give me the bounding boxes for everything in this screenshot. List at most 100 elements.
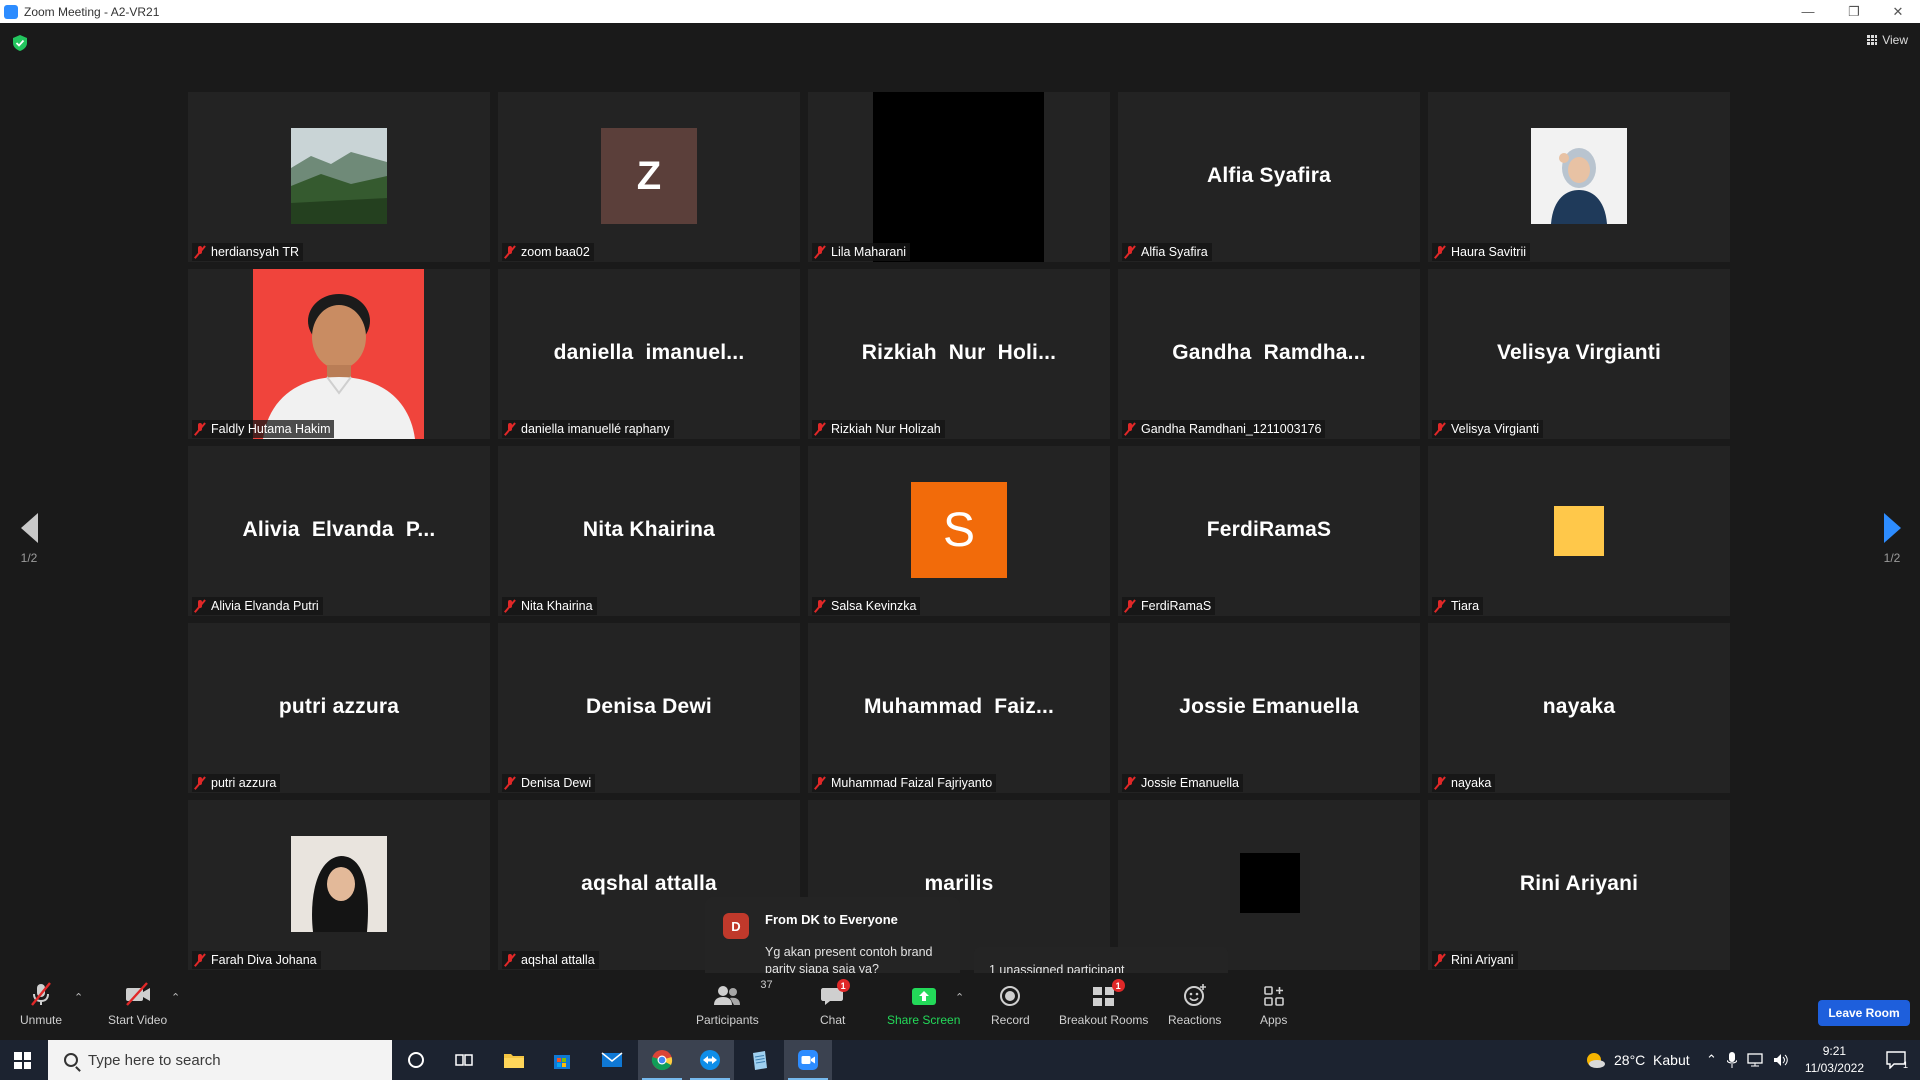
participant-name: Faldly Hutama Hakim — [211, 422, 331, 436]
chat-unread-badge: 1 — [836, 979, 850, 992]
unmute-button[interactable]: Unmute — [20, 979, 62, 1027]
network-icon[interactable] — [1747, 1053, 1763, 1067]
participant-tile[interactable] — [1118, 800, 1420, 970]
audio-options-chevron-icon[interactable]: ⌃ — [74, 991, 83, 1004]
reactions-emoji-icon — [1183, 984, 1206, 1006]
share-options-chevron-icon[interactable]: ⌃ — [955, 991, 964, 1004]
notification-count: 1 — [1902, 1060, 1908, 1070]
participant-tile[interactable]: FerdiRamaS FerdiRamaS — [1118, 446, 1420, 616]
chat-button[interactable]: 1 Chat — [820, 979, 850, 1027]
notepad-icon[interactable] — [736, 1040, 784, 1080]
participant-name-label: daniella imanuellé raphany — [502, 420, 674, 438]
weather-widget[interactable]: 28°C Kabut — [1584, 1040, 1690, 1080]
previous-page-button[interactable]: 1/2 — [11, 513, 47, 565]
video-off-icon — [125, 982, 150, 1006]
profile-photo-person — [1531, 128, 1627, 224]
microphone-muted-icon — [31, 982, 51, 1006]
breakout-badge: 1 — [1111, 979, 1125, 992]
share-screen-label: Share Screen — [887, 1013, 961, 1027]
participant-tile[interactable]: putri azzura putri azzura — [188, 623, 490, 793]
window-titlebar: Zoom Meeting - A2-VR21 — ❐ ✕ — [0, 0, 1920, 23]
teamviewer-icon[interactable] — [686, 1040, 734, 1080]
taskbar-search-box[interactable]: Type here to search — [48, 1040, 392, 1080]
microphone-tray-icon[interactable] — [1726, 1052, 1737, 1068]
windows-start-icon[interactable] — [14, 1052, 31, 1069]
apps-button[interactable]: Apps — [1260, 979, 1287, 1027]
participant-display-name: Velisya Virgianti — [1496, 341, 1662, 364]
participant-name-label: FerdiRamaS — [1122, 597, 1216, 615]
cortana-icon[interactable] — [392, 1040, 440, 1080]
restore-button[interactable]: ❐ — [1834, 0, 1874, 23]
participant-tile[interactable]: nayaka nayaka — [1428, 623, 1730, 793]
participant-name: Muhammad Faizal Fajriyanto — [831, 776, 993, 790]
zoom-taskbar-icon[interactable] — [784, 1040, 832, 1080]
participants-icon — [714, 986, 741, 1005]
participant-name: Rizkiah Nur Holizah — [831, 422, 941, 436]
profile-photo-person — [253, 269, 424, 439]
apps-label: Apps — [1260, 1013, 1288, 1027]
video-options-chevron-icon[interactable]: ⌃ — [171, 991, 180, 1004]
taskbar-clock[interactable]: 9:21 11/03/2022 — [1805, 1043, 1864, 1077]
breakout-rooms-button[interactable]: 1 Breakout Rooms — [1059, 979, 1148, 1027]
participant-tile[interactable]: S Salsa Kevinzka — [808, 446, 1110, 616]
participant-name-label: putri azzura — [192, 774, 281, 792]
participant-name-label: herdiansyah TR — [192, 243, 304, 261]
participant-tile[interactable]: Lila Maharani — [808, 92, 1110, 262]
reactions-label: Reactions — [1168, 1013, 1222, 1027]
participant-display-name: aqshal attalla — [581, 872, 717, 895]
participant-tile[interactable]: Alfia Syafira Alfia Syafira — [1118, 92, 1420, 262]
participant-tile[interactable]: Jossie Emanuella Jossie Emanuella — [1118, 623, 1420, 793]
file-explorer-icon[interactable] — [490, 1040, 538, 1080]
participant-name-label: Rizkiah Nur Holizah — [812, 420, 945, 438]
microsoft-store-icon[interactable] — [538, 1040, 586, 1080]
participant-name: Velisya Virgianti — [1451, 422, 1540, 436]
share-screen-button[interactable]: Share Screen — [887, 979, 960, 1027]
participants-count: 37 — [760, 979, 773, 991]
participant-tile[interactable]: daniella imanuel... daniella imanuellé r… — [498, 269, 800, 439]
participant-tile[interactable]: Muhammad Faiz... Muhammad Faizal Fajriya… — [808, 623, 1110, 793]
volume-icon[interactable] — [1773, 1053, 1789, 1067]
participant-tile[interactable]: Gandha Ramdha... Gandha Ramdhani_1211003… — [1118, 269, 1420, 439]
task-view-icon[interactable] — [440, 1040, 488, 1080]
windows-taskbar: Type here to search 28°C Kabut ⌃ 9:21 11… — [0, 1040, 1920, 1080]
participant-display-name: FerdiRamaS — [1206, 518, 1332, 541]
participant-tile[interactable]: Denisa Dewi Denisa Dewi — [498, 623, 800, 793]
participant-tile[interactable]: Velisya Virgianti Velisya Virgianti — [1428, 269, 1730, 439]
chrome-icon[interactable] — [638, 1040, 686, 1080]
participant-tile[interactable]: Z zoom baa02 — [498, 92, 800, 262]
participant-name-label: Denisa Dewi — [502, 774, 596, 792]
search-icon — [64, 1053, 78, 1067]
gallery-grid: herdiansyah TR Z zoom baa02 Lila Maharan… — [188, 92, 1732, 970]
tray-overflow-chevron-icon[interactable]: ⌃ — [1706, 1052, 1717, 1068]
participant-tile[interactable]: Haura Savitrii — [1428, 92, 1730, 262]
view-button[interactable]: View — [1867, 33, 1908, 47]
leave-room-button[interactable]: Leave Room — [1818, 1000, 1910, 1026]
start-video-button[interactable]: Start Video — [108, 979, 167, 1027]
participant-tile[interactable]: Alivia Elvanda P... Alivia Elvanda Putri — [188, 446, 490, 616]
apps-icon — [1263, 986, 1284, 1006]
participant-tile[interactable]: herdiansyah TR — [188, 92, 490, 262]
record-button[interactable]: Record — [991, 979, 1030, 1027]
breakout-rooms-label: Breakout Rooms — [1059, 1013, 1149, 1027]
participant-name-label: Tiara — [1432, 597, 1484, 615]
minimize-button[interactable]: — — [1788, 0, 1828, 23]
mic-muted-icon — [1434, 776, 1446, 790]
participants-button[interactable]: 37 Participants — [696, 979, 773, 1027]
participant-tile[interactable]: Tiara — [1428, 446, 1730, 616]
reactions-button[interactable]: Reactions — [1168, 979, 1221, 1027]
next-page-button[interactable]: 1/2 — [1874, 513, 1910, 565]
participant-tile[interactable]: Farah Diva Johana — [188, 800, 490, 970]
mic-muted-icon — [194, 245, 206, 259]
mail-icon[interactable] — [588, 1040, 636, 1080]
mic-muted-icon — [1124, 245, 1136, 259]
close-button[interactable]: ✕ — [1878, 0, 1918, 23]
participant-tile[interactable]: Rizkiah Nur Holi... Rizkiah Nur Holizah — [808, 269, 1110, 439]
participant-name: zoom baa02 — [521, 245, 590, 259]
participant-tile[interactable]: Faldly Hutama Hakim — [188, 269, 490, 439]
encryption-shield-icon[interactable] — [13, 35, 27, 51]
participant-tile[interactable]: Rini Ariyani Rini Ariyani — [1428, 800, 1730, 970]
participant-tile[interactable]: Nita Khairina Nita Khairina — [498, 446, 800, 616]
action-center-button[interactable]: 1 — [1886, 1040, 1908, 1080]
mic-muted-icon — [504, 245, 516, 259]
video-feed-black — [1240, 853, 1300, 913]
